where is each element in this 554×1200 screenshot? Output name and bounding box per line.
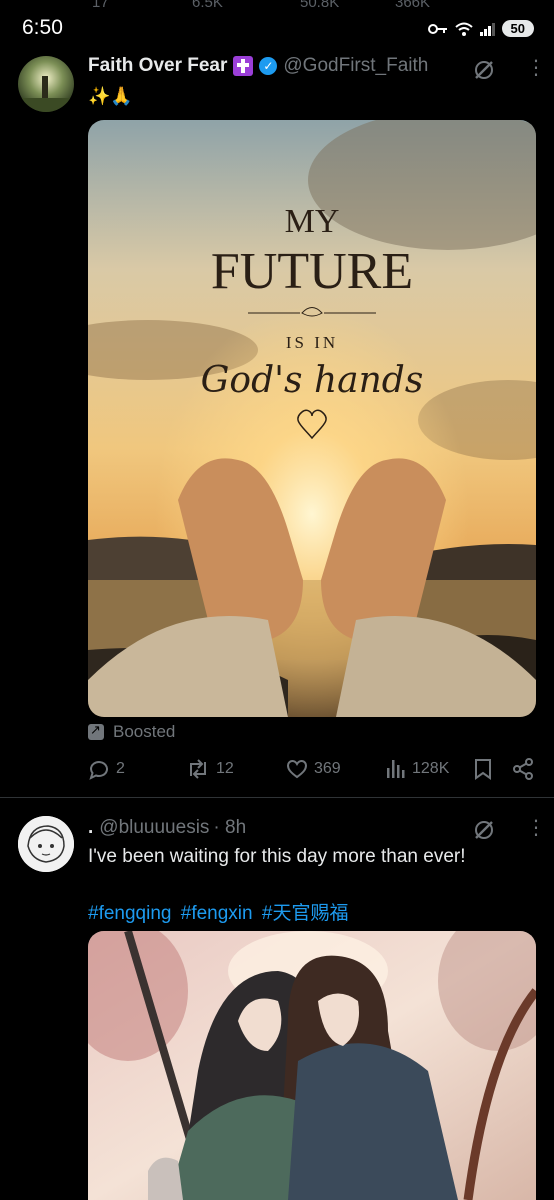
view-count: 128K — [412, 760, 450, 777]
boosted-text: Boosted — [113, 722, 176, 741]
action-bar: 2 12 369 128K — [88, 758, 536, 786]
avatar[interactable] — [18, 56, 74, 112]
boost-icon — [88, 722, 104, 740]
reply-button[interactable]: 2 — [88, 758, 125, 780]
like-button[interactable]: 369 — [286, 758, 341, 780]
share-button[interactable] — [512, 758, 540, 780]
more-options-icon[interactable]: ⋮ — [526, 816, 546, 840]
repost-count: 12 — [216, 760, 234, 777]
bookmark-button[interactable] — [474, 758, 498, 780]
reply-count: 2 — [116, 760, 125, 777]
like-count: 369 — [314, 760, 341, 777]
post-text: ✨🙏 — [88, 86, 133, 106]
reply-icon — [89, 761, 108, 780]
hashtag-link[interactable]: #天官赐福 — [262, 903, 349, 924]
hashtag-link[interactable]: #fengqing — [88, 903, 171, 924]
grok-icon[interactable] — [472, 58, 496, 82]
heart-icon — [286, 759, 308, 779]
post-image[interactable]: MY FUTURE IS IN God's hands — [88, 120, 536, 717]
post-time: · 8h — [213, 817, 247, 838]
image-text-future: FUTURE — [211, 243, 413, 300]
grok-icon[interactable] — [472, 818, 496, 842]
hashtag-list: #fengqing #fengxin #天官赐福 — [88, 898, 352, 925]
share-icon — [513, 758, 533, 780]
handle[interactable]: @bluuuuesis — [99, 817, 209, 839]
display-name[interactable]: . — [88, 817, 93, 839]
bookmark-icon — [475, 759, 491, 780]
verified-badge-icon: ✓ — [259, 57, 278, 75]
image-text-my: MY — [285, 203, 340, 240]
avatar[interactable] — [18, 816, 74, 872]
post-header: . @bluuuuesis · 8h — [88, 817, 246, 839]
display-name[interactable]: Faith Over Fear — [88, 55, 227, 77]
image-text-gods-hands: God's hands — [201, 360, 424, 401]
post-image[interactable] — [88, 931, 536, 1200]
image-text-is-in: IS IN — [286, 333, 338, 352]
boosted-label: Boosted — [88, 722, 175, 742]
cross-icon — [233, 56, 254, 76]
post-text: I've been waiting for this day more than… — [88, 846, 466, 867]
post[interactable]: Faith Over Fear ✓ @GodFirst_Faith ⋮ ✨🙏 M… — [0, 0, 554, 797]
repost-button[interactable]: 12 — [186, 758, 234, 780]
post-header: Faith Over Fear ✓ @GodFirst_Faith — [88, 55, 428, 77]
hashtag-link[interactable]: #fengxin — [181, 903, 253, 924]
repost-icon — [190, 759, 206, 779]
more-options-icon[interactable]: ⋮ — [526, 56, 546, 80]
views-icon — [387, 760, 405, 778]
handle[interactable]: @GodFirst_Faith — [283, 55, 428, 77]
views-button[interactable]: 128K — [386, 758, 449, 780]
